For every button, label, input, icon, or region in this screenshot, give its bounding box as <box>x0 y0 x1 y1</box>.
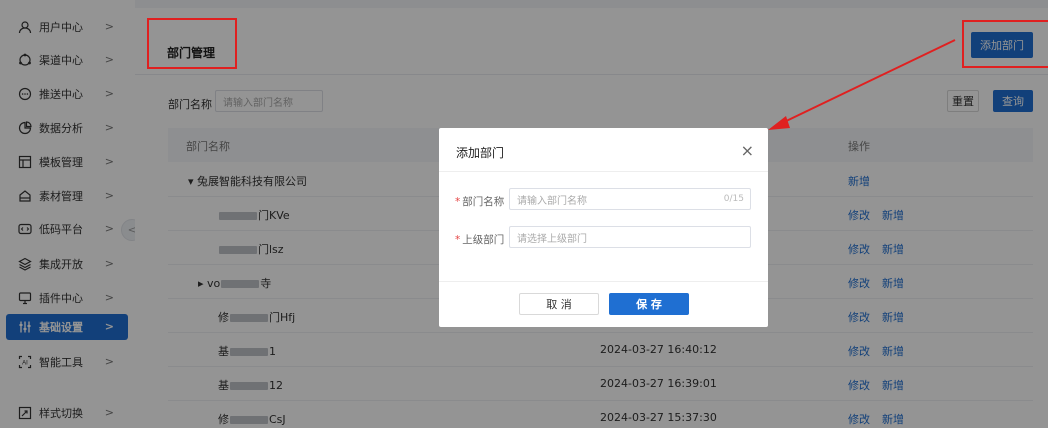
annotation-arrow <box>768 39 956 130</box>
annotation-arrow-head <box>768 116 790 130</box>
annotation-arrow-line <box>779 39 956 125</box>
